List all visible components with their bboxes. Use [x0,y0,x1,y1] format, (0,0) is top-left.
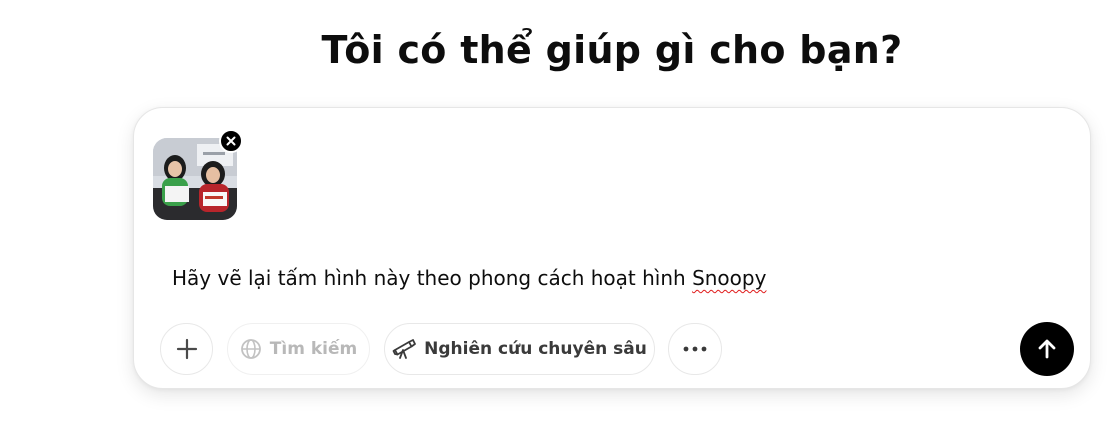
remove-attachment-button[interactable] [219,129,243,153]
globe-icon [240,338,262,360]
more-options-button[interactable] [668,323,722,375]
plus-icon [176,338,197,360]
add-attachment-button[interactable] [160,323,213,375]
send-button[interactable] [1020,322,1074,376]
search-label: Tìm kiếm [269,339,358,359]
prompt-composer: Hãy vẽ lại tấm hình này theo phong cách … [133,107,1091,389]
telescope-icon [392,338,417,360]
more-horizontal-icon [683,346,707,352]
search-button[interactable]: Tìm kiếm [227,323,370,375]
arrow-up-icon [1038,339,1056,359]
close-icon [226,136,236,146]
misspelled-word: Snoopy [692,266,767,290]
page-heading: Tôi có thể giúp gì cho bạn? [321,28,903,72]
prompt-input[interactable]: Hãy vẽ lại tấm hình này theo phong cách … [172,266,766,290]
deep-research-label: Nghiên cứu chuyên sâu [424,339,647,359]
prompt-text: Hãy vẽ lại tấm hình này theo phong cách … [172,266,693,290]
deep-research-button[interactable]: Nghiên cứu chuyên sâu [384,323,655,375]
